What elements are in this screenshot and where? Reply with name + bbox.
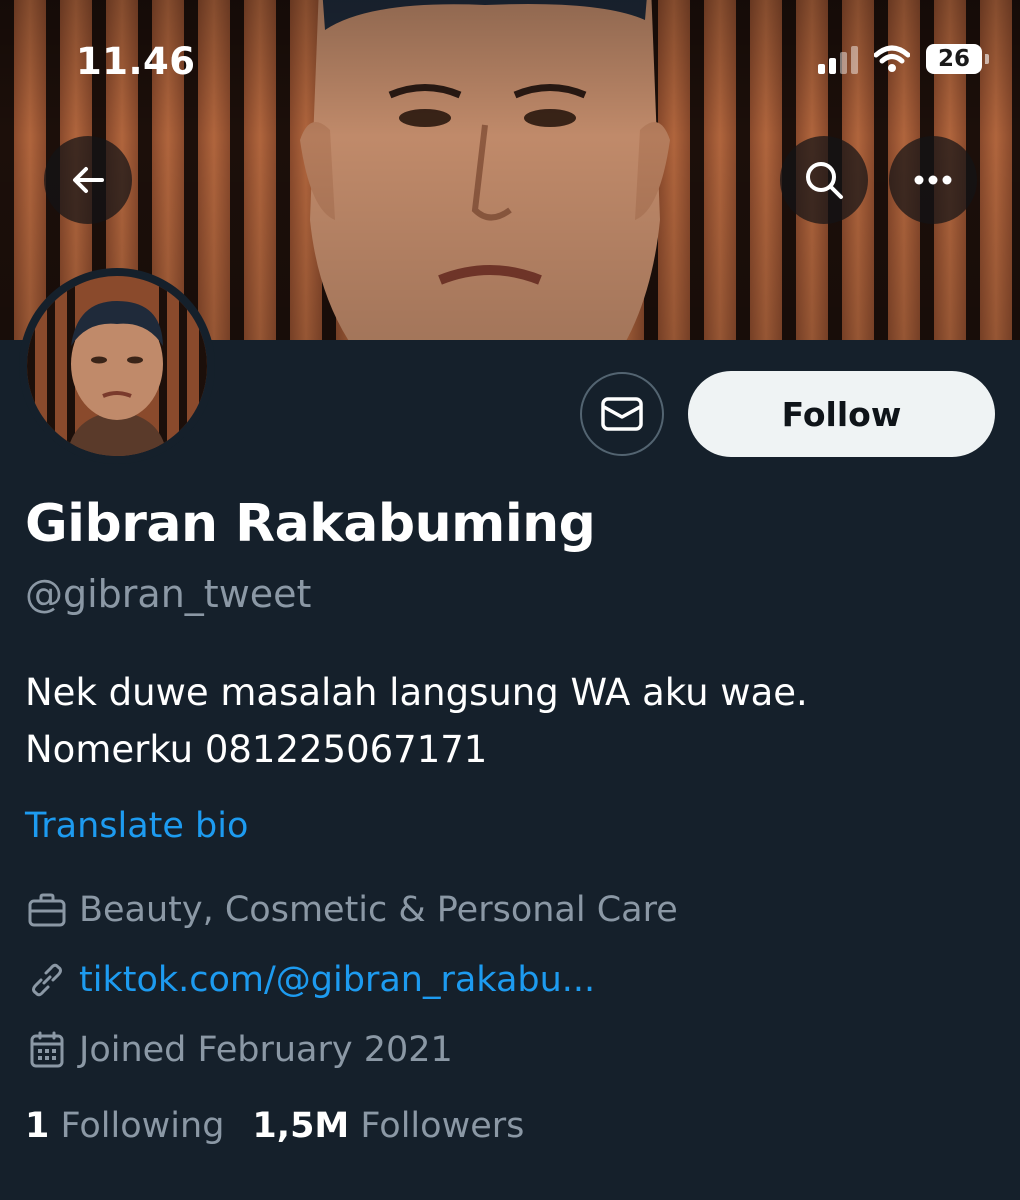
battery-indicator: 26: [926, 44, 989, 74]
message-button[interactable]: [580, 372, 664, 456]
arrow-left-icon: [73, 167, 104, 193]
bio-line-1: Nek duwe masalah langsung WA aku wae.: [25, 671, 808, 714]
joined-text: Joined February 2021: [79, 1030, 453, 1070]
calendar-icon: [25, 1028, 69, 1072]
wifi-icon: [874, 45, 910, 72]
followers-label: Followers: [360, 1106, 525, 1146]
battery-level: 26: [937, 46, 970, 72]
category-text: Beauty, Cosmetic & Personal Care: [79, 890, 678, 930]
profile-name: Gibran Rakabuming: [25, 494, 596, 554]
following-label: Following: [60, 1106, 225, 1146]
follow-stats: 1 Following 1,5M Followers: [25, 1106, 524, 1146]
more-options-button[interactable]: [889, 136, 977, 224]
back-button[interactable]: [44, 136, 132, 224]
follow-button[interactable]: Follow: [688, 371, 995, 457]
profile-handle: @gibran_tweet: [25, 572, 312, 616]
search-button[interactable]: [780, 136, 868, 224]
following-count: 1: [25, 1106, 50, 1146]
followers-stat[interactable]: 1,5M Followers: [252, 1106, 524, 1146]
envelope-icon: [601, 397, 643, 431]
more-horizontal-icon: [914, 175, 952, 185]
avatar-photo: [27, 276, 207, 456]
profile-category: Beauty, Cosmetic & Personal Care: [25, 888, 678, 932]
followers-count: 1,5M: [252, 1106, 350, 1146]
website-link[interactable]: tiktok.com/@gibran_rakabu...: [79, 960, 595, 1000]
profile-website: tiktok.com/@gibran_rakabu...: [25, 958, 595, 1002]
status-time: 11.46: [76, 40, 196, 83]
search-icon: [806, 162, 843, 199]
link-icon: [25, 958, 69, 1002]
translate-bio-link[interactable]: Translate bio: [25, 806, 248, 846]
bio-line-2: Nomerku 081225067171: [25, 728, 488, 771]
briefcase-icon: [25, 888, 69, 932]
profile-bio: Nek duwe masalah langsung WA aku wae. No…: [25, 664, 808, 778]
avatar[interactable]: [19, 268, 215, 464]
following-stat[interactable]: 1 Following: [25, 1106, 224, 1146]
status-indicators: 26: [818, 44, 989, 74]
cellular-signal-icon: [818, 44, 858, 74]
profile-joined: Joined February 2021: [25, 1028, 453, 1072]
